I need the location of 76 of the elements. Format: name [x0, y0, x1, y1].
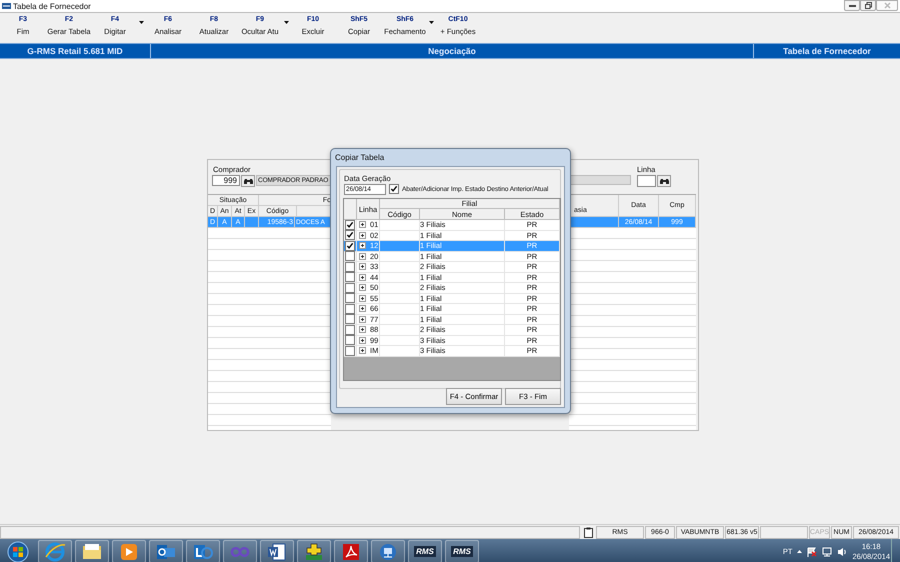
expand-icon[interactable]	[359, 316, 366, 323]
expand-icon[interactable]	[359, 336, 366, 344]
checkbox[interactable]	[345, 251, 355, 262]
flag-icon[interactable]	[807, 546, 818, 556]
document-icon	[268, 543, 286, 560]
checkbox[interactable]	[345, 335, 355, 346]
screen-name: Tabela de Fornecedor	[782, 45, 872, 58]
pdf-icon	[343, 544, 359, 560]
expand-icon[interactable]	[359, 242, 366, 250]
taskbar-app-button[interactable]	[297, 540, 331, 562]
infinity-icon	[230, 546, 250, 556]
system-name: G-RMS Retail 5.681 MID	[0, 44, 151, 58]
checkbox[interactable]	[389, 184, 399, 194]
binoculars-icon	[660, 176, 668, 184]
search-button[interactable]	[657, 174, 671, 186]
dropdown-arrow-icon[interactable]	[284, 21, 289, 24]
checkbox[interactable]	[345, 272, 355, 282]
dropdown-arrow-icon[interactable]	[139, 21, 144, 24]
network-icon[interactable]	[822, 546, 832, 556]
expand-icon[interactable]	[359, 326, 366, 334]
speaker-icon[interactable]	[837, 546, 848, 556]
expand-icon[interactable]	[359, 305, 366, 312]
expand-icon[interactable]	[359, 232, 366, 239]
checkbox[interactable]	[345, 324, 355, 335]
restore-button[interactable]	[860, 0, 876, 11]
network-icon	[380, 544, 396, 560]
status-cell	[760, 526, 808, 539]
expand-icon[interactable]	[359, 274, 366, 281]
media-player-icon	[121, 544, 137, 560]
minimize-button[interactable]	[844, 0, 860, 11]
taskbar-app-button[interactable]	[75, 540, 109, 562]
taskbar-app-button[interactable]	[186, 540, 220, 562]
taskbar-app-button[interactable]: RMS	[408, 540, 442, 562]
checkbox[interactable]	[345, 262, 355, 272]
checkbox[interactable]	[345, 304, 355, 314]
restore-icon	[864, 2, 872, 9]
expand-icon[interactable]	[359, 294, 366, 302]
checkbox[interactable]	[345, 314, 355, 324]
checkbox[interactable]	[345, 346, 355, 356]
minimize-icon	[848, 4, 856, 7]
browser-icon	[45, 542, 66, 561]
dialog-title: Copiar Tabela	[335, 152, 384, 162]
checkbox[interactable]	[345, 282, 355, 293]
chat-icon	[194, 544, 213, 558]
taskbar-app-button[interactable]	[334, 540, 368, 562]
checkbox[interactable]	[345, 230, 355, 240]
column-header	[297, 206, 331, 217]
module-name: Negociação	[151, 44, 754, 58]
expand-icon[interactable]	[359, 221, 366, 228]
expand-icon[interactable]	[359, 284, 366, 292]
expand-icon[interactable]	[359, 252, 366, 260]
expand-icon[interactable]	[359, 263, 366, 270]
plus-stack-icon	[306, 543, 322, 560]
line-field[interactable]	[637, 174, 656, 186]
table-cell	[569, 217, 619, 228]
taskbar-app-button[interactable]	[371, 540, 405, 562]
checkbox[interactable]	[345, 220, 355, 230]
clipboard-icon	[584, 527, 592, 538]
expand-icon[interactable]	[359, 347, 366, 354]
binoculars-icon	[244, 176, 252, 184]
tray-arrow-icon[interactable]	[797, 550, 802, 553]
taskbar-app-button[interactable]	[38, 540, 72, 562]
checkbox[interactable]	[345, 293, 355, 304]
mail-icon	[157, 544, 175, 558]
close-icon	[884, 2, 890, 9]
buyer-code-field[interactable]: 999	[212, 175, 240, 186]
window-title: Tabela de Fornecedor	[13, 2, 91, 10]
taskbar-app-button[interactable]	[112, 540, 146, 562]
dropdown-arrow-icon[interactable]	[429, 21, 434, 24]
taskbar-app-button[interactable]	[149, 540, 183, 562]
taskbar-app-button[interactable]: RMS	[445, 540, 479, 562]
folder-icon	[83, 544, 101, 558]
table-cell	[245, 217, 259, 228]
search-button[interactable]	[241, 174, 255, 186]
taskbar-app-button[interactable]	[260, 540, 294, 562]
checkbox[interactable]	[345, 240, 355, 251]
